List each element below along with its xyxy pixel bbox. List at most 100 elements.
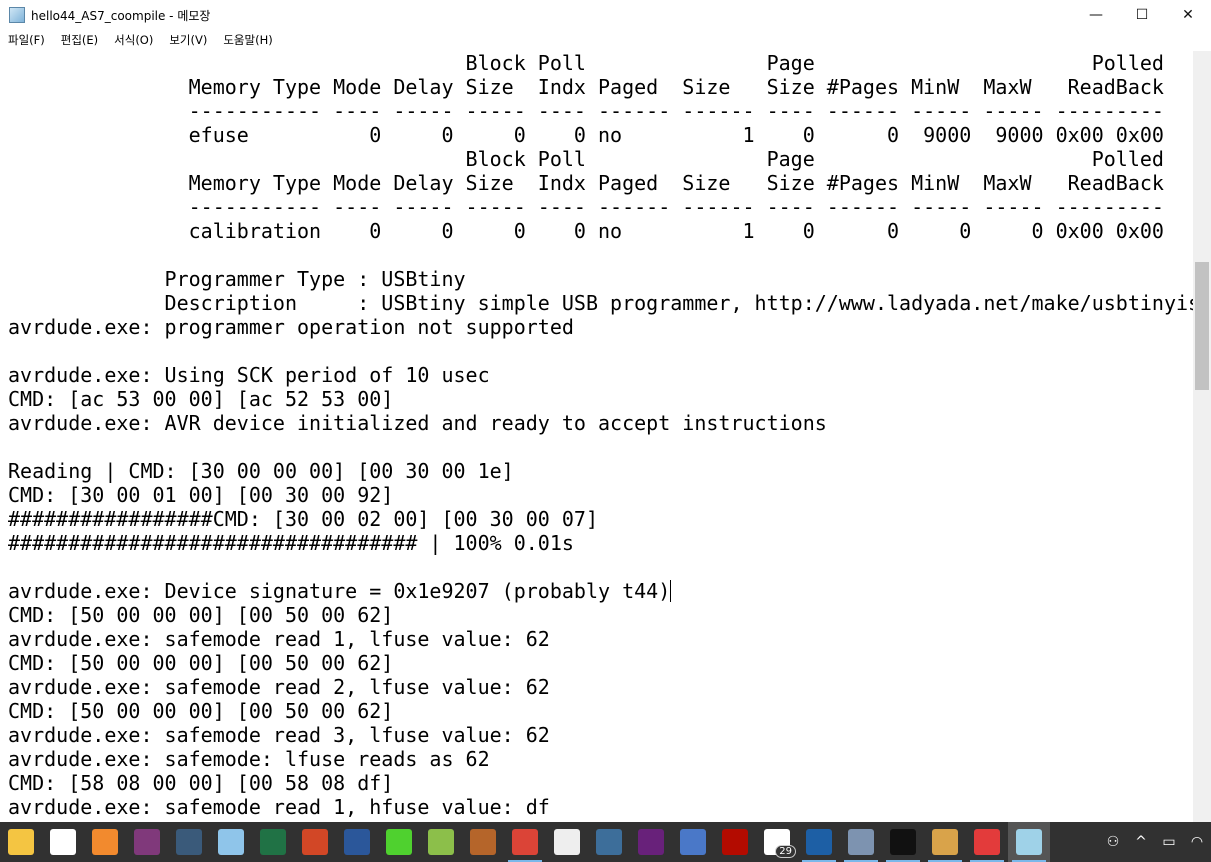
- app-computer-icon: [848, 829, 874, 855]
- menu-file[interactable]: 파일(F): [0, 32, 53, 48]
- pads-icon: [470, 829, 496, 855]
- text-line: Block Poll Page Polled: [8, 51, 1164, 75]
- excel-icon: [260, 829, 286, 855]
- visual-studio-icon: [638, 829, 664, 855]
- vertical-scrollbar[interactable]: [1193, 51, 1211, 822]
- text-line: CMD: [ac 53 00 00] [ac 52 53 00]: [8, 387, 394, 411]
- text-line: #################CMD: [30 00 02 00] [00 …: [8, 507, 599, 531]
- app-globe-icon: [218, 829, 244, 855]
- text-line: [0, 243, 1193, 267]
- taskbar-app-s[interactable]: [798, 822, 840, 862]
- taskbar-store[interactable]: [42, 822, 84, 862]
- minimize-button[interactable]: —: [1073, 0, 1119, 30]
- menu-view[interactable]: 보기(V): [161, 32, 215, 48]
- text-line: CMD: [50 00 00 00] [00 50 00 62]: [8, 651, 394, 675]
- text-line: avrdude.exe: safemode read 2, lfuse valu…: [8, 675, 550, 699]
- taskbar-app-dark[interactable]: [168, 822, 210, 862]
- taskbar-excel[interactable]: [252, 822, 294, 862]
- tray-show-hidden-icon[interactable]: ^: [1127, 834, 1155, 850]
- taskbar-app-computer[interactable]: [840, 822, 882, 862]
- onenote-icon: [134, 829, 160, 855]
- taskbar-notepad[interactable]: [1008, 822, 1050, 862]
- taskbar-app-c[interactable]: [378, 822, 420, 862]
- text-line: CMD: [50 00 00 00] [00 50 00 62]: [8, 699, 394, 723]
- app-c-icon: [386, 829, 412, 855]
- text-line: CMD: [50 00 00 00] [00 50 00 62]: [8, 603, 394, 627]
- taskbar-android-studio[interactable]: [420, 822, 462, 862]
- app-ladybug-icon: [974, 829, 1000, 855]
- app-diagram-icon: [680, 829, 706, 855]
- menu-help[interactable]: 도움말(H): [215, 32, 280, 48]
- notepad-icon: [1016, 829, 1042, 855]
- text-line: Memory Type Mode Delay Size Indx Paged S…: [8, 75, 1164, 99]
- store-icon: [50, 829, 76, 855]
- app-dark-icon: [176, 829, 202, 855]
- maximize-button[interactable]: ☐: [1119, 0, 1165, 30]
- text-line: avrdude.exe: AVR device initialized and …: [8, 411, 827, 435]
- menu-edit[interactable]: 편집(E): [53, 32, 106, 48]
- cmd-icon: [890, 829, 916, 855]
- text-line: efuse 0 0 0 0 no 1 0 0 9000 9000 0x00 0x…: [8, 123, 1164, 147]
- taskbar-calculator[interactable]: [546, 822, 588, 862]
- text-line: [0, 555, 1193, 579]
- scrollbar-thumb[interactable]: [1195, 262, 1209, 390]
- taskbar-cmd[interactable]: [882, 822, 924, 862]
- taskbar: 29 ⚇ ^ ▭ ◠: [0, 822, 1211, 862]
- taskbar-pads[interactable]: [462, 822, 504, 862]
- text-line: [0, 339, 1193, 363]
- text-line: ----------- ---- ----- ----- ---- ------…: [8, 99, 1164, 123]
- taskbar-chrome[interactable]: [504, 822, 546, 862]
- taskbar-mail[interactable]: 29: [756, 822, 798, 862]
- app-s-icon: [806, 829, 832, 855]
- mail-badge: 29: [775, 845, 796, 858]
- android-studio-icon: [428, 829, 454, 855]
- word-icon: [344, 829, 370, 855]
- taskbar-paint[interactable]: [924, 822, 966, 862]
- text-line: avrdude.exe: safemode read 3, lfuse valu…: [8, 723, 550, 747]
- taskbar-app-tree[interactable]: [588, 822, 630, 862]
- close-button[interactable]: ✕: [1165, 0, 1211, 30]
- text-line: Reading | CMD: [30 00 00 00] [00 30 00 1…: [8, 459, 514, 483]
- text-line: avrdude.exe: safemode: lfuse reads as 62: [8, 747, 490, 771]
- taskbar-media-player[interactable]: [84, 822, 126, 862]
- taskbar-onenote[interactable]: [126, 822, 168, 862]
- text-line: ----------- ---- ----- ----- ---- ------…: [8, 195, 1164, 219]
- notepad-icon: [9, 7, 25, 23]
- taskbar-acrobat[interactable]: [714, 822, 756, 862]
- text-caret: [670, 580, 672, 602]
- taskbar-app-globe[interactable]: [210, 822, 252, 862]
- chrome-icon: [512, 829, 538, 855]
- title-bar: hello44_AS7_coompile - 메모장 — ☐ ✕: [0, 0, 1211, 30]
- taskbar-file-explorer[interactable]: [0, 822, 42, 862]
- window-title: hello44_AS7_coompile - 메모장: [31, 8, 211, 23]
- taskbar-word[interactable]: [336, 822, 378, 862]
- tray-battery-icon[interactable]: ▭: [1155, 834, 1183, 850]
- text-line: [0, 435, 1193, 459]
- text-line: calibration 0 0 0 0 no 1 0 0 0 0 0x00 0x…: [8, 219, 1164, 243]
- text-line: avrdude.exe: safemode read 1, lfuse valu…: [8, 627, 550, 651]
- tray-people-icon[interactable]: ⚇: [1099, 834, 1127, 850]
- media-player-icon: [92, 829, 118, 855]
- text-line: Description : USBtiny simple USB program…: [8, 291, 1193, 315]
- text-line: Block Poll Page Polled: [8, 147, 1164, 171]
- text-line: CMD: [58 08 00 00] [00 58 08 df]: [8, 771, 394, 795]
- text-editor[interactable]: Block Poll Page Polled Memory Type Mode …: [0, 51, 1193, 822]
- text-line: CMD: [30 00 01 00] [00 30 00 92]: [8, 483, 394, 507]
- tray-wifi-icon[interactable]: ◠: [1183, 834, 1211, 850]
- taskbar-app-ladybug[interactable]: [966, 822, 1008, 862]
- text-line: ################################## | 100…: [8, 531, 574, 555]
- text-line: avrdude.exe: Using SCK period of 10 usec: [8, 363, 490, 387]
- menu-bar: 파일(F) 편집(E) 서식(O) 보기(V) 도움말(H): [0, 30, 1211, 50]
- text-line: Memory Type Mode Delay Size Indx Paged S…: [8, 171, 1164, 195]
- calculator-icon: [554, 829, 580, 855]
- taskbar-powerpoint[interactable]: [294, 822, 336, 862]
- taskbar-visual-studio[interactable]: [630, 822, 672, 862]
- taskbar-app-diagram[interactable]: [672, 822, 714, 862]
- menu-format[interactable]: 서식(O): [106, 32, 161, 48]
- app-tree-icon: [596, 829, 622, 855]
- paint-icon: [932, 829, 958, 855]
- powerpoint-icon: [302, 829, 328, 855]
- text-line: avrdude.exe: Device signature = 0x1e9207…: [8, 579, 672, 603]
- text-line: Programmer Type : USBtiny: [8, 267, 466, 291]
- text-line: avrdude.exe: programmer operation not su…: [8, 315, 574, 339]
